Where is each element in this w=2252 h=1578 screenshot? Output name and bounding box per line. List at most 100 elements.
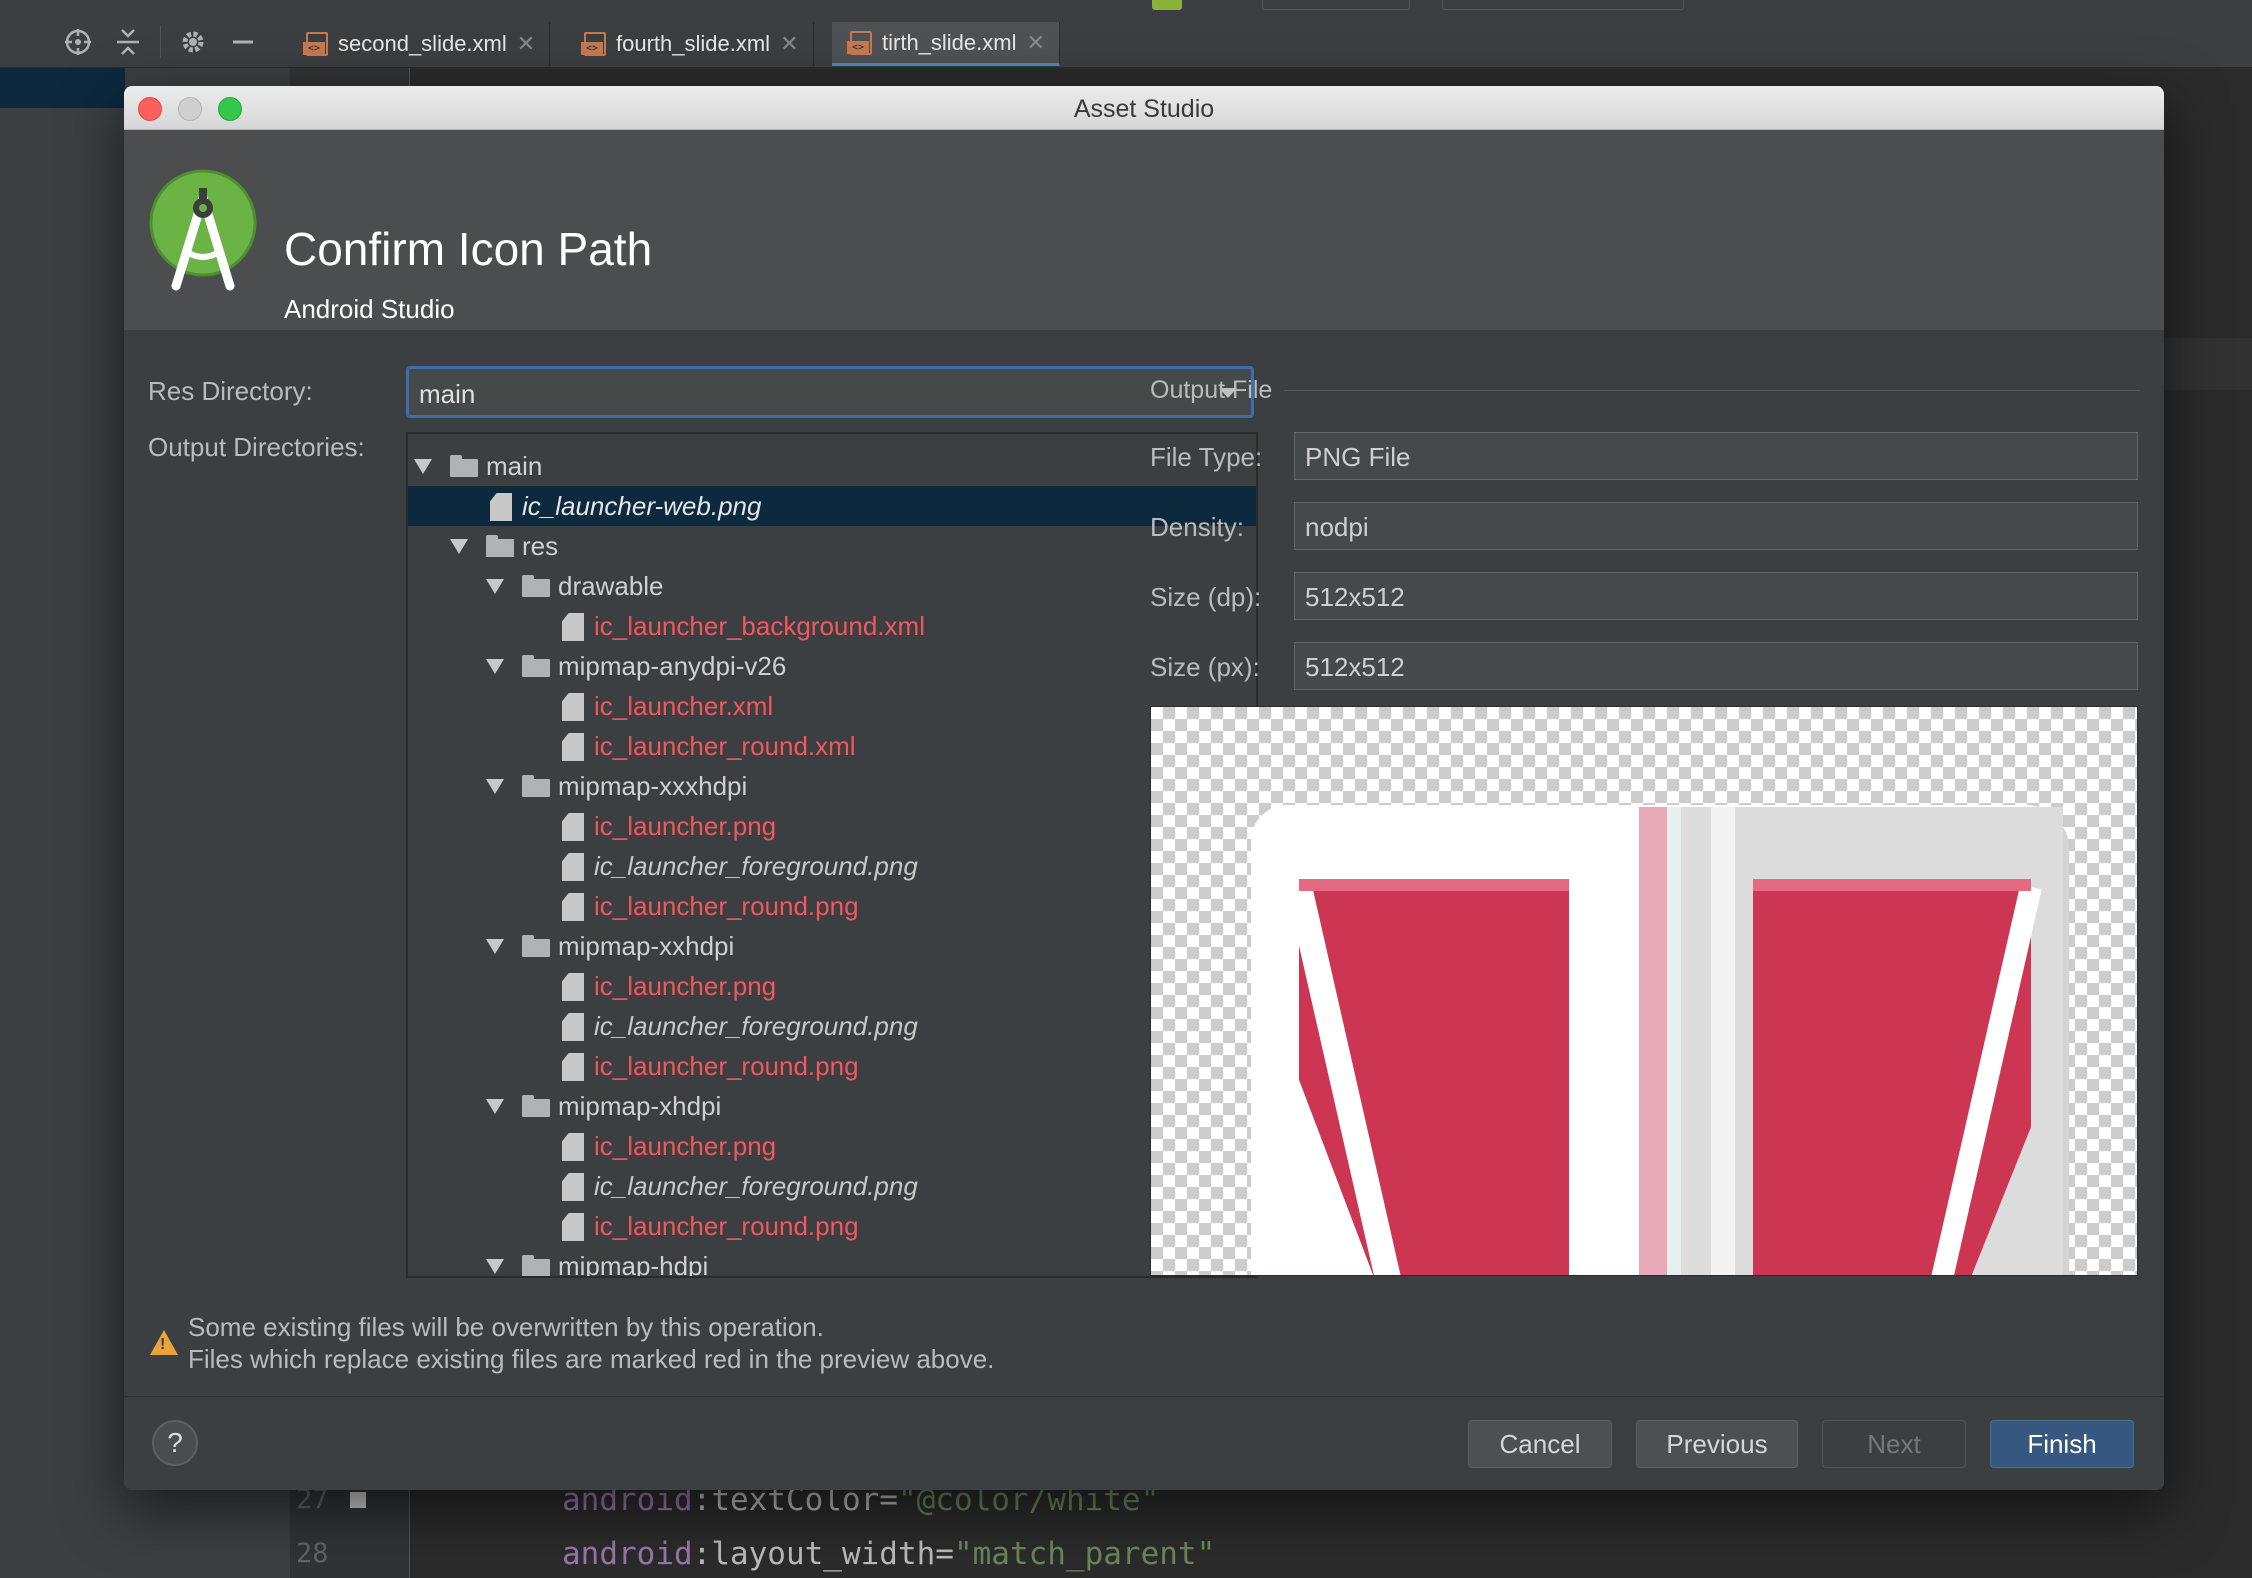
tree-label: mipmap-xhdpi: [558, 1091, 722, 1121]
tree-file[interactable]: ic_launcher_round.png: [408, 886, 1256, 926]
file-icon: [562, 693, 584, 721]
xml-file-icon: [846, 30, 872, 56]
file-icon: [562, 1133, 584, 1161]
tree-file[interactable]: ic_launcher_foreground.png: [408, 846, 1256, 886]
tree-label: ic_launcher_foreground.png: [594, 1011, 918, 1041]
folder-icon: [522, 575, 550, 597]
current-line-highlight: [2160, 338, 2252, 390]
file-icon: [562, 1013, 584, 1041]
warning-line-1: Some existing files will be overwritten …: [188, 1312, 824, 1342]
run-config-dropdown[interactable]: [1262, 0, 1410, 10]
android-studio-logo: [148, 168, 258, 298]
bookmark-icon: [350, 1492, 366, 1508]
device-dropdown[interactable]: [1442, 0, 1684, 10]
folder-icon: [450, 455, 478, 477]
header-title: Confirm Icon Path: [284, 223, 653, 275]
tree-folder-res[interactable]: res: [408, 526, 1256, 566]
gear-icon[interactable]: [175, 26, 211, 58]
file-icon: [562, 973, 584, 1001]
header-subtitle: Android Studio: [284, 294, 455, 324]
tree-label: ic_launcher_foreground.png: [594, 1171, 918, 1201]
file-icon: [562, 1053, 584, 1081]
crosshair-icon[interactable]: [60, 26, 96, 58]
triangle-expand-icon[interactable]: [414, 459, 432, 474]
tree-label: ic_launcher_background.xml: [594, 611, 925, 641]
tree-folder-main[interactable]: main: [408, 446, 1256, 486]
folder-icon: [522, 1095, 550, 1117]
close-icon[interactable]: ✕: [517, 31, 535, 57]
output-file-section-title: Output File: [1150, 376, 1273, 404]
tree-file[interactable]: ic_launcher_round.png: [408, 1206, 1256, 1246]
triangle-expand-icon[interactable]: [486, 779, 504, 794]
triangle-expand-icon[interactable]: [486, 659, 504, 674]
close-icon[interactable]: ✕: [780, 31, 798, 57]
triangle-expand-icon[interactable]: [486, 579, 504, 594]
tab-second-slide[interactable]: second_slide.xml ✕: [288, 22, 551, 66]
warning-icon: [150, 1330, 178, 1355]
density-field: nodpi: [1294, 502, 2138, 550]
file-icon: [490, 493, 512, 521]
tree-file[interactable]: ic_launcher_foreground.png: [408, 1006, 1256, 1046]
finish-button[interactable]: Finish: [1990, 1420, 2134, 1468]
tab-tirth-slide[interactable]: tirth_slide.xml ✕: [832, 22, 1060, 66]
folder-icon: [522, 775, 550, 797]
xml-file-icon: [580, 31, 606, 57]
folder-icon: [522, 935, 550, 957]
minimize-icon[interactable]: [225, 26, 261, 58]
tree-label: ic_launcher_round.xml: [594, 731, 856, 761]
tree-file[interactable]: ic_launcher_foreground.png: [408, 1166, 1256, 1206]
project-panel-selection: [0, 68, 125, 108]
tree-file[interactable]: ic_launcher.png: [408, 966, 1256, 1006]
tree-label: ic_launcher_foreground.png: [594, 851, 918, 881]
tab-fourth-slide[interactable]: fourth_slide.xml ✕: [566, 22, 814, 66]
file-icon: [562, 1213, 584, 1241]
warning-line-2: Files which replace existing files are m…: [188, 1344, 995, 1374]
tree-file-selected[interactable]: ic_launcher-web.png: [408, 486, 1256, 526]
tree-folder-mipmap-anydpi-v26[interactable]: mipmap-anydpi-v26: [408, 646, 1256, 686]
tree-file[interactable]: ic_launcher.png: [408, 806, 1256, 846]
folder-icon: [522, 1255, 550, 1276]
triangle-expand-icon[interactable]: [450, 539, 468, 554]
tree-label: ic_launcher_round.png: [594, 1211, 859, 1241]
tree-file[interactable]: ic_launcher_background.xml: [408, 606, 1256, 646]
tree-folder-mipmap-xxxhdpi[interactable]: mipmap-xxxhdpi: [408, 766, 1256, 806]
tab-label: second_slide.xml: [338, 31, 507, 56]
triangle-expand-icon[interactable]: [486, 1099, 504, 1114]
tree-file[interactable]: ic_launcher_round.png: [408, 1046, 1256, 1086]
file-icon: [562, 1173, 584, 1201]
ide-toolbar-right: [1152, 0, 2252, 16]
file-icon: [562, 813, 584, 841]
file-icon: [562, 853, 584, 881]
tree-folder-mipmap-xhdpi[interactable]: mipmap-xhdpi: [408, 1086, 1256, 1126]
android-run-icon[interactable]: [1152, 0, 1182, 10]
tree-label: ic_launcher_round.png: [594, 1051, 859, 1081]
tree-file[interactable]: ic_launcher_round.xml: [408, 726, 1256, 766]
triangle-expand-icon[interactable]: [486, 939, 504, 954]
cancel-button[interactable]: Cancel: [1468, 1420, 1612, 1468]
triangle-expand-icon[interactable]: [486, 1259, 504, 1274]
folder-icon: [522, 655, 550, 677]
tree-label: drawable: [558, 571, 664, 601]
tab-label: fourth_slide.xml: [616, 31, 771, 56]
size-dp-label: Size (dp):: [1150, 582, 1262, 612]
folder-icon: [486, 535, 514, 557]
help-icon[interactable]: ?: [152, 1420, 198, 1466]
separator: [160, 26, 161, 58]
tree-folder-mipmap-hdpi[interactable]: mipmap-hdpi: [408, 1246, 1256, 1276]
res-directory-select[interactable]: main: [406, 366, 1254, 418]
tree-file[interactable]: ic_launcher.xml: [408, 686, 1256, 726]
collapse-icon[interactable]: [110, 26, 146, 58]
editor-tab-bar: second_slide.xml ✕ fourth_slide.xml ✕ ti…: [0, 16, 2252, 68]
tree-folder-drawable[interactable]: drawable: [408, 566, 1256, 606]
tree-label: ic_launcher-web.png: [522, 491, 762, 521]
previous-button[interactable]: Previous: [1636, 1420, 1798, 1468]
tree-file[interactable]: ic_launcher.png: [408, 1126, 1256, 1166]
tab-label: tirth_slide.xml: [882, 29, 1017, 55]
file-icon: [562, 613, 584, 641]
tree-folder-mipmap-xxhdpi[interactable]: mipmap-xxhdpi: [408, 926, 1256, 966]
output-directories-tree[interactable]: main ic_launcher-web.png res drawable ic…: [406, 432, 1258, 1278]
close-icon[interactable]: ✕: [1026, 30, 1044, 56]
tree-label: ic_launcher.png: [594, 971, 777, 1001]
res-directory-value: main: [419, 379, 476, 409]
dialog-titlebar: Asset Studio: [124, 86, 2164, 130]
